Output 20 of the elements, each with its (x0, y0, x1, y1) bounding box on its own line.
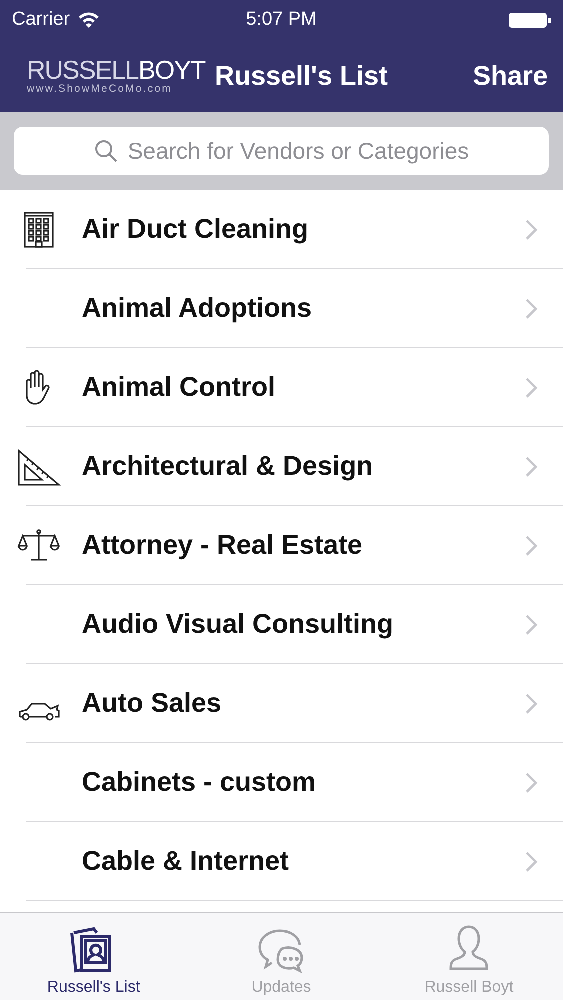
wifi-icon (78, 12, 100, 28)
share-button[interactable]: Share (472, 60, 548, 92)
chevron-icon (525, 218, 539, 240)
search-icon (94, 139, 118, 163)
chevron-icon (525, 376, 539, 398)
chevron-icon (525, 772, 539, 794)
car-icon (17, 702, 61, 721)
tab-item[interactable]: Russell's List (0, 913, 188, 1000)
chevron-icon (525, 614, 539, 636)
carrier-label: Carrier (12, 9, 70, 31)
chevron-icon (525, 850, 539, 872)
chevron-icon (525, 298, 539, 320)
battery-icon (509, 12, 551, 28)
logo-wordmark: RUSSELLBOYT (27, 57, 207, 83)
chevron-icon (525, 692, 539, 714)
nav-title: Russell's List (215, 60, 388, 92)
clock-time: 5:07 PM (245, 9, 318, 31)
chevron-icon (525, 534, 539, 556)
chevron-icon (525, 456, 539, 478)
logo-url: www.ShowMeCoMo.com (27, 83, 174, 95)
